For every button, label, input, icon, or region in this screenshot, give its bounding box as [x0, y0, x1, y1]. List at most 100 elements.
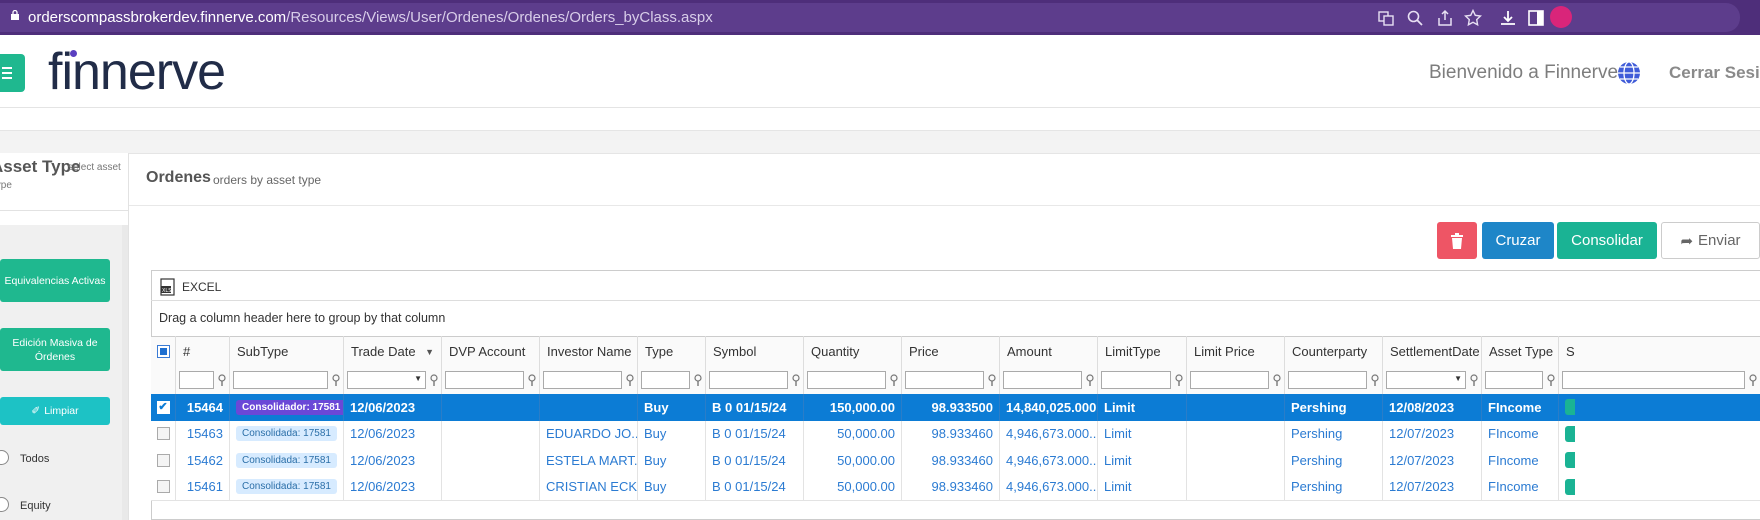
- filter-icon[interactable]: [625, 374, 635, 386]
- cell-asset-type: FIncome: [1481, 420, 1558, 447]
- filter-input[interactable]: [1288, 371, 1367, 389]
- cell-text: Pershing: [1291, 479, 1343, 495]
- filter-icon[interactable]: [693, 374, 703, 386]
- sort-desc-icon[interactable]: ▼: [425, 347, 434, 357]
- menu-toggle-button[interactable]: [0, 54, 25, 92]
- filter-icon[interactable]: [1272, 374, 1282, 386]
- column-header-limittype[interactable]: LimitType: [1097, 336, 1186, 367]
- filter-icon[interactable]: [1085, 374, 1095, 386]
- cell-id[interactable]: 15463: [175, 420, 229, 447]
- filter-icon[interactable]: [217, 374, 227, 386]
- table-row[interactable]: 15463 Consolidada: 17581 12/06/2023 EDUARDO…: [151, 420, 1760, 448]
- sidepanel-icon[interactable]: [1527, 9, 1545, 27]
- table-row[interactable]: 15461 Consolidada: 17581 12/06/2023 CRISTIA…: [151, 473, 1760, 501]
- sidebar-subtitle-2: type: [0, 180, 12, 191]
- row-select-cell[interactable]: ✔: [151, 394, 175, 421]
- column-header-quantity[interactable]: Quantity: [803, 336, 901, 367]
- filter-input[interactable]: [233, 371, 328, 389]
- row-select-cell[interactable]: [151, 447, 175, 474]
- filter-cell-select: [151, 367, 175, 394]
- filter-input[interactable]: ▼: [347, 371, 426, 389]
- column-header-[interactable]: #: [175, 336, 229, 367]
- cell-id[interactable]: 15462: [175, 447, 229, 474]
- globe-icon[interactable]: [1616, 60, 1642, 86]
- filter-input[interactable]: [709, 371, 788, 389]
- filter-icon[interactable]: [987, 374, 997, 386]
- filter-cell: [637, 367, 705, 394]
- column-header-price[interactable]: Price: [901, 336, 999, 367]
- select-all-checkbox[interactable]: [156, 345, 170, 358]
- cell-text: 98.933460: [931, 452, 993, 468]
- filter-dropdown-icon[interactable]: ▼: [1454, 374, 1462, 383]
- edicion-masiva-button[interactable]: Edición Masiva de Órdenes: [0, 328, 110, 371]
- column-header-settlementdate[interactable]: SettlementDate: [1382, 336, 1481, 367]
- row-checkbox[interactable]: [156, 453, 170, 467]
- filter-icon[interactable]: [1370, 374, 1380, 386]
- cell-text: 98.933500: [931, 399, 993, 415]
- star-icon[interactable]: [1464, 9, 1482, 27]
- logout-link[interactable]: Cerrar Sesión: [1669, 63, 1760, 83]
- filter-input[interactable]: [641, 371, 690, 389]
- cell-id[interactable]: 15464: [175, 394, 229, 421]
- enviar-button[interactable]: ➦ Enviar: [1661, 222, 1760, 259]
- filter-input[interactable]: [1190, 371, 1269, 389]
- row-checkbox[interactable]: [156, 480, 170, 494]
- filter-icon[interactable]: [1174, 374, 1184, 386]
- column-header-subtype[interactable]: SubType: [229, 336, 343, 367]
- column-header-limit-price[interactable]: Limit Price: [1186, 336, 1284, 367]
- filter-input[interactable]: [543, 371, 622, 389]
- filter-input[interactable]: [1003, 371, 1082, 389]
- column-header-label: LimitType: [1105, 344, 1161, 359]
- equivalencias-button[interactable]: Equivalencias Activas: [0, 259, 110, 302]
- filter-icon[interactable]: [331, 374, 341, 386]
- limpiar-button[interactable]: ✐ Limpiar: [0, 397, 110, 425]
- filter-icon[interactable]: [791, 374, 801, 386]
- delete-button[interactable]: [1437, 222, 1477, 259]
- filter-input[interactable]: [445, 371, 524, 389]
- column-header-asset-type[interactable]: Asset Type: [1481, 336, 1558, 367]
- cell-text: B 0 01/15/24: [712, 452, 786, 468]
- row-select-cell[interactable]: [151, 474, 175, 501]
- column-header-investor-name[interactable]: Investor Name: [539, 336, 637, 367]
- table-row[interactable]: 15462 Consolidada: 17581 12/06/2023 ESTELA …: [151, 447, 1760, 475]
- url-text[interactable]: orderscompassbrokerdev.finnerve.com/Reso…: [28, 9, 713, 26]
- filter-icon[interactable]: [889, 374, 899, 386]
- column-header-dvp-account[interactable]: DVP Account: [441, 336, 539, 367]
- column-header-s[interactable]: S: [1558, 336, 1760, 367]
- row-checkbox[interactable]: [156, 427, 170, 441]
- filter-input[interactable]: ▼: [1386, 371, 1466, 389]
- column-header-type[interactable]: Type: [637, 336, 705, 367]
- header-select-all-cell[interactable]: [151, 336, 175, 367]
- filter-input[interactable]: [1101, 371, 1171, 389]
- consolidar-button[interactable]: Consolidar: [1557, 222, 1657, 259]
- filter-icon[interactable]: [1469, 374, 1479, 386]
- filter-input[interactable]: [807, 371, 886, 389]
- filter-icon[interactable]: [1748, 374, 1758, 386]
- translate-icon[interactable]: [1377, 9, 1395, 27]
- filter-input[interactable]: [1485, 371, 1543, 389]
- profile-avatar[interactable]: [1550, 6, 1572, 28]
- filter-input[interactable]: [905, 371, 984, 389]
- download-icon[interactable]: [1499, 9, 1517, 27]
- filter-icon[interactable]: [1546, 374, 1556, 386]
- group-drop-area[interactable]: Drag a column header here to group by th…: [159, 311, 445, 325]
- filter-icon[interactable]: [429, 374, 439, 386]
- table-row[interactable]: ✔ 15464 Consolidador: 17581 12/06/2023 Buy B …: [151, 394, 1760, 422]
- cell-id[interactable]: 15461: [175, 473, 229, 500]
- row-checkbox[interactable]: ✔: [156, 400, 170, 414]
- column-header-symbol[interactable]: Symbol: [705, 336, 803, 367]
- filter-dropdown-icon[interactable]: ▼: [414, 374, 422, 383]
- status-indicator: [1565, 399, 1575, 416]
- filter-icon[interactable]: [527, 374, 537, 386]
- column-header-counterparty[interactable]: Counterparty: [1284, 336, 1382, 367]
- filter-input[interactable]: [179, 371, 214, 389]
- zoom-icon[interactable]: [1406, 9, 1424, 27]
- row-select-cell[interactable]: [151, 421, 175, 448]
- excel-export-button[interactable]: XLS EXCEL: [160, 278, 221, 296]
- cruzar-button[interactable]: Cruzar: [1482, 222, 1554, 259]
- grid-toolbar-divider: [151, 300, 1760, 301]
- column-header-trade-date[interactable]: Trade Date ▼: [343, 336, 441, 367]
- column-header-amount[interactable]: Amount: [999, 336, 1097, 367]
- filter-input[interactable]: [1562, 371, 1745, 389]
- share-icon[interactable]: [1436, 9, 1454, 27]
